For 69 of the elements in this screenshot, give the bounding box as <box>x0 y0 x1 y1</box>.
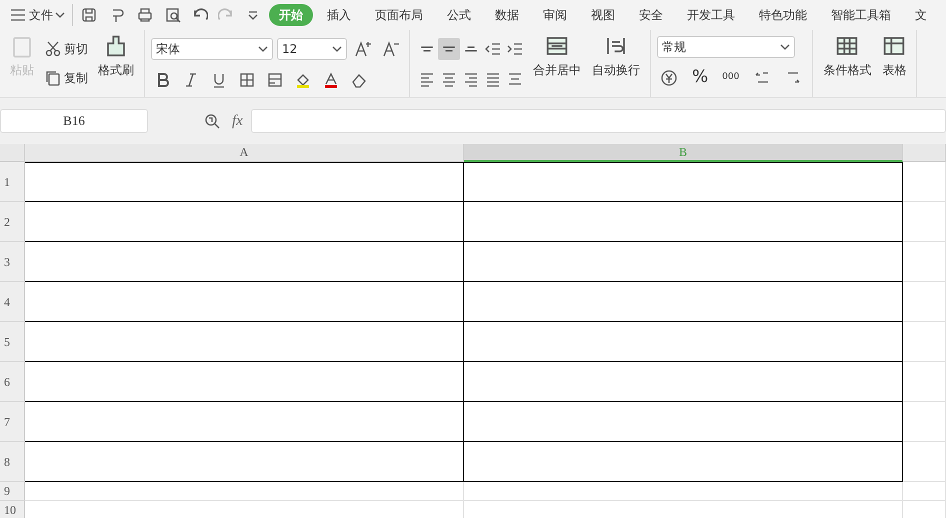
scissors-icon <box>44 40 62 58</box>
table-grid-icon <box>882 34 906 58</box>
caret-icon <box>258 46 268 52</box>
copy-icon <box>44 69 62 88</box>
number-format-select[interactable]: 常规 <box>657 36 795 58</box>
conditional-format-button[interactable]: 条件格式 <box>819 34 876 93</box>
cell-style-icon <box>266 70 284 88</box>
copy-button[interactable]: 复制 <box>41 68 91 88</box>
ribbon-tab[interactable]: 插入 <box>317 4 361 26</box>
formula-input[interactable] <box>250 109 946 133</box>
font-size: 12 <box>282 40 298 58</box>
print-icon <box>136 6 154 24</box>
percent-button[interactable]: % <box>689 64 712 92</box>
ribbon-tab[interactable]: 页面布局 <box>365 4 433 26</box>
align-top-icon <box>420 46 434 52</box>
print-preview-icon <box>164 6 182 24</box>
caret-icon <box>55 12 65 18</box>
thousands-button[interactable]: 000 <box>719 70 742 86</box>
row-header[interactable]: 10 <box>0 501 25 518</box>
ribbon-tab[interactable]: 公式 <box>437 4 481 26</box>
clipboard-icon <box>10 34 34 58</box>
row-header[interactable]: 1 <box>0 162 25 202</box>
ribbon-tab[interactable]: 审阅 <box>533 4 577 26</box>
ribbon-tab[interactable]: 视图 <box>581 4 625 26</box>
table-style-button[interactable]: 表格 <box>878 34 910 93</box>
caret-icon <box>332 46 342 52</box>
row-header[interactable]: 6 <box>0 362 25 402</box>
ribbon-tab[interactable]: 文 <box>905 4 937 26</box>
grow-font-icon <box>354 40 372 58</box>
shrink-font-icon <box>382 40 400 58</box>
ribbon-tab[interactable]: 开发工具 <box>677 4 745 26</box>
row-header[interactable]: 4 <box>0 282 25 322</box>
font-name-select[interactable]: 宋体 <box>151 38 273 60</box>
cut-button[interactable]: 剪切 <box>41 38 91 59</box>
zoom-search-icon <box>203 112 221 130</box>
wrap-text-button[interactable]: 自动换行 <box>588 34 644 93</box>
file-menu[interactable]: 文件 <box>6 5 68 25</box>
merge-cells-icon <box>545 34 569 58</box>
row-header[interactable]: 7 <box>0 402 25 442</box>
ribbon-tab[interactable]: 安全 <box>629 4 673 26</box>
align-button[interactable] <box>438 38 460 60</box>
function-label: fx <box>232 112 243 131</box>
borders-icon <box>238 70 256 88</box>
brush-icon <box>104 34 128 58</box>
font-name: 宋体 <box>156 40 180 58</box>
name-box[interactable]: B16 <box>0 109 148 133</box>
row-header[interactable]: 8 <box>0 442 25 482</box>
save-icon <box>80 6 98 24</box>
font-color-icon <box>322 70 340 88</box>
caret-icon <box>780 44 790 50</box>
cell-reference: B16 <box>63 112 85 130</box>
align-bottom-icon <box>464 46 478 52</box>
format-painter-button[interactable]: 格式刷 <box>94 34 138 93</box>
row-header[interactable]: 5 <box>0 322 25 362</box>
number-format: 常规 <box>662 38 686 56</box>
table-grid-icon <box>835 34 860 58</box>
ribbon-tab[interactable]: 智能工具箱 <box>821 4 901 26</box>
undo-icon <box>192 8 208 22</box>
currency-icon <box>660 68 678 87</box>
redo-icon <box>218 8 234 22</box>
row-header[interactable]: 2 <box>0 202 25 242</box>
row-header[interactable]: 9 <box>0 482 25 501</box>
row-header[interactable]: 3 <box>0 242 25 282</box>
ribbon-tab[interactable]: 特色功能 <box>749 4 817 26</box>
font-size-select[interactable]: 12 <box>277 38 347 60</box>
column-header[interactable]: A <box>25 144 464 162</box>
ribbon-tab[interactable]: 数据 <box>485 4 529 26</box>
align-middle-icon <box>442 46 456 52</box>
merge-center-button[interactable]: 合并居中 <box>529 34 585 93</box>
